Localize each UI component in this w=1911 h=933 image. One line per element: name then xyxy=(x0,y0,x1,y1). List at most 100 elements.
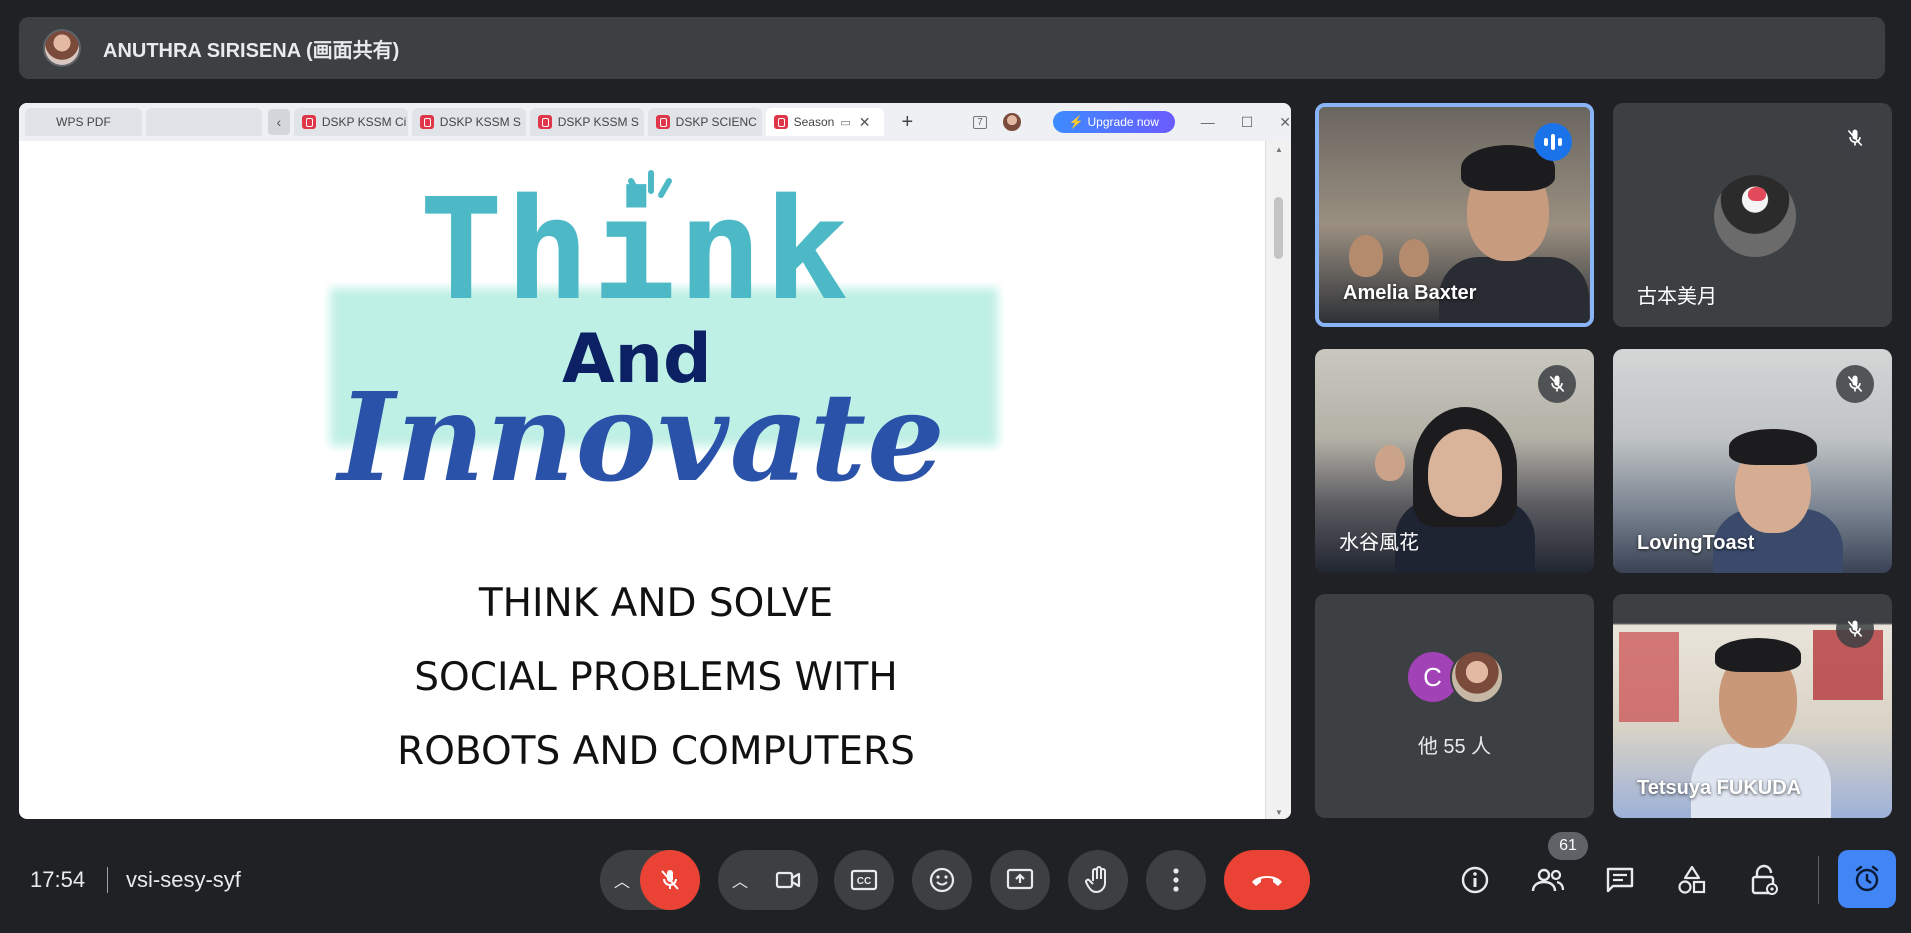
maximize-icon[interactable]: ☐ xyxy=(1241,114,1254,131)
slide-text-line: ROBOTS AND COMPUTERS xyxy=(397,729,915,774)
camera-toggle-button[interactable] xyxy=(758,850,818,910)
others-tile[interactable]: C 他 55 人 xyxy=(1315,594,1594,818)
timer-icon xyxy=(1855,865,1879,892)
captions-button[interactable]: CC xyxy=(834,850,894,910)
pdf-icon xyxy=(537,115,552,129)
scroll-up-icon[interactable]: ▲ xyxy=(1275,145,1283,154)
call-end-icon xyxy=(1252,876,1282,886)
meeting-time: 17:54 xyxy=(30,867,86,892)
participant-tile[interactable]: LovingToast xyxy=(1613,349,1892,573)
svg-text:CC: CC xyxy=(857,876,871,887)
shared-screen[interactable]: WPS PDF ‹ DSKP KSSM Ci DSKP KSSM S DSKP … xyxy=(19,103,1291,819)
mic-off-icon xyxy=(1836,610,1874,648)
participant-name: Amelia Baxter xyxy=(1343,282,1477,304)
participant-name: Tetsuya FUKUDA xyxy=(1637,777,1802,799)
mic-off-icon xyxy=(1538,365,1576,403)
account-avatar[interactable] xyxy=(1002,113,1021,131)
participant-tile[interactable]: Tetsuya FUKUDA xyxy=(1613,594,1892,818)
tab-document[interactable]: DSKP KSSM S xyxy=(411,108,526,136)
pdf-icon xyxy=(419,115,434,129)
browser-tab-bar: WPS PDF ‹ DSKP KSSM Ci DSKP KSSM S DSKP … xyxy=(19,103,1291,141)
videocam-icon xyxy=(775,871,801,889)
slide-text-line: THINK AND SOLVE xyxy=(478,581,834,626)
activities-button[interactable] xyxy=(1670,858,1714,902)
tab-label: DSKP KSSM S xyxy=(557,115,639,129)
page-count-icon[interactable]: 7 xyxy=(973,115,987,129)
chevron-up-icon[interactable]: ︿ xyxy=(614,868,630,892)
speaking-indicator-icon xyxy=(1534,123,1572,161)
monitor-icon: ▭ xyxy=(840,116,851,129)
participant-avatar xyxy=(1714,175,1796,257)
presenter-name: ANUTHRA SIRISENA (画面共有) xyxy=(103,39,400,62)
closed-caption-icon: CC xyxy=(850,869,878,891)
participant-name: 古本美月 xyxy=(1637,286,1717,308)
upgrade-now-button[interactable]: ⚡ Upgrade now xyxy=(1052,111,1175,133)
lightning-icon: ⚡ xyxy=(1068,115,1084,129)
tab-document[interactable]: DSKP KSSM S xyxy=(529,108,644,136)
leave-call-button[interactable] xyxy=(1224,850,1310,910)
host-controls-icon xyxy=(1751,864,1778,895)
window-close-icon[interactable]: ✕ xyxy=(1279,114,1291,131)
tab-document[interactable]: DSKP SCIENC xyxy=(647,108,762,136)
mic-off-icon xyxy=(1836,119,1874,157)
timer-button[interactable] xyxy=(1838,850,1896,908)
chat-button[interactable] xyxy=(1598,858,1642,902)
chevron-left-icon: ‹ xyxy=(276,114,282,130)
tab-label: WPS PDF xyxy=(56,115,111,129)
pdf-slide: Think And Innovate THINK AND SOLVE SOCIA… xyxy=(33,141,1279,819)
participant-name: 水谷風花 xyxy=(1339,532,1419,554)
new-tab-button[interactable]: + xyxy=(902,111,914,134)
others-photo-avatar xyxy=(1449,650,1504,704)
divider xyxy=(107,867,108,893)
others-count: 他 55 人 xyxy=(1417,736,1492,758)
raise-hand-icon xyxy=(1085,866,1106,894)
pdf-icon xyxy=(655,115,670,129)
meeting-code: vsi-sesy-syf xyxy=(126,867,241,892)
tab-blank[interactable] xyxy=(145,108,262,136)
participant-tile[interactable]: Amelia Baxter xyxy=(1315,103,1594,327)
scroll-down-icon[interactable]: ▼ xyxy=(1275,808,1283,817)
participant-tile[interactable]: 古本美月 xyxy=(1613,103,1892,327)
mic-toggle-button[interactable] xyxy=(640,850,700,910)
tab-active-document[interactable]: Season ▭ ✕ xyxy=(765,108,884,136)
more-options-button[interactable] xyxy=(1146,850,1206,910)
tab-document[interactable]: DSKP KSSM Ci xyxy=(293,108,408,136)
present-screen-button[interactable] xyxy=(990,850,1050,910)
divider xyxy=(1818,856,1819,904)
mic-control[interactable]: ︿ xyxy=(600,850,700,910)
raise-hand-button[interactable] xyxy=(1068,850,1128,910)
pdf-scrollbar[interactable]: ▲ ▼ xyxy=(1265,141,1291,819)
more-vert-icon xyxy=(1173,868,1179,892)
tab-scroll-left-button[interactable]: ‹ xyxy=(267,109,290,135)
reactions-button[interactable] xyxy=(912,850,972,910)
chevron-up-icon[interactable]: ︿ xyxy=(732,868,748,892)
others-avatars: C xyxy=(1315,650,1594,704)
minimize-icon[interactable]: — xyxy=(1201,114,1215,130)
emoji-icon xyxy=(929,867,955,893)
participant-count-badge: 61 xyxy=(1548,832,1588,860)
close-icon[interactable]: ✕ xyxy=(859,114,871,131)
host-controls-button[interactable] xyxy=(1742,858,1786,902)
tab-wps-pdf[interactable]: WPS PDF xyxy=(25,108,142,136)
tab-label: DSKP KSSM S xyxy=(439,115,521,129)
chat-icon xyxy=(1606,867,1634,893)
info-icon xyxy=(1461,866,1489,894)
meeting-info-button[interactable] xyxy=(1453,858,1497,902)
logo-think: Think xyxy=(419,169,851,332)
tab-label: Season xyxy=(793,115,835,129)
upgrade-label: Upgrade now xyxy=(1087,115,1159,129)
tab-label: DSKP KSSM Ci xyxy=(321,115,407,129)
participant-tile[interactable]: 水谷風花 xyxy=(1315,349,1594,573)
people-icon xyxy=(1531,868,1565,892)
logo-innovate: Innovate xyxy=(338,365,946,509)
activities-icon xyxy=(1678,865,1706,894)
presenter-bar: ANUTHRA SIRISENA (画面共有) xyxy=(19,17,1885,79)
pdf-icon xyxy=(773,115,788,129)
people-button[interactable] xyxy=(1526,858,1570,902)
participant-name: LovingToast xyxy=(1637,532,1755,554)
present-screen-icon xyxy=(1006,868,1034,890)
tab-label: DSKP SCIENC xyxy=(675,115,757,129)
pdf-icon xyxy=(301,115,316,129)
scroll-thumb[interactable] xyxy=(1274,197,1283,259)
camera-control[interactable]: ︿ xyxy=(718,850,818,910)
